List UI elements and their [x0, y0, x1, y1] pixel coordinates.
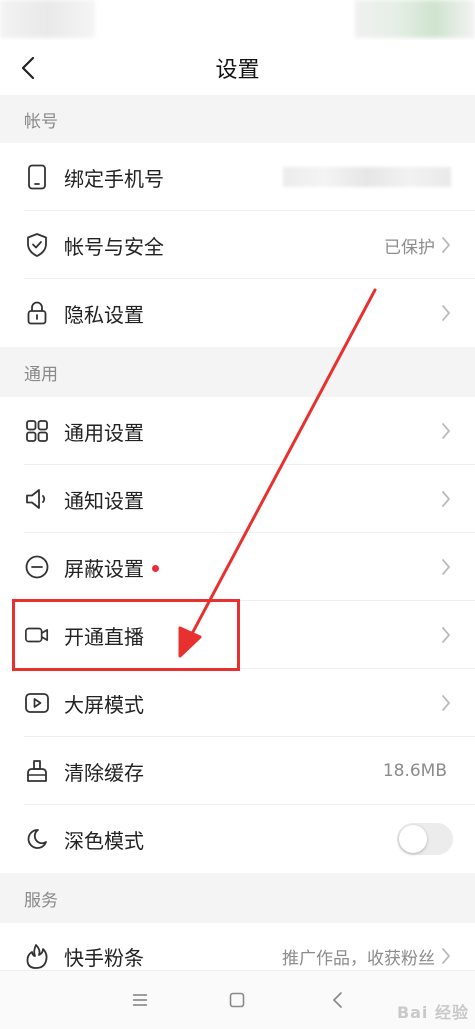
- chevron-right-icon: [441, 235, 453, 255]
- row-label: 大屏模式: [64, 692, 144, 717]
- status-bar-left-blur: [0, 0, 95, 38]
- system-nav-bar: Bai 经验: [0, 970, 475, 1029]
- phone-number-blurred: [283, 167, 451, 187]
- video-camera-icon: [24, 622, 50, 648]
- fire-icon: [24, 943, 50, 969]
- row-label: 开通直播: [64, 624, 144, 649]
- row-open-live[interactable]: 开通直播: [0, 601, 475, 669]
- home-square-icon: [229, 992, 245, 1008]
- phone-icon: [24, 164, 50, 190]
- row-clear-cache[interactable]: 清除缓存 18.6MB: [0, 737, 475, 805]
- home-button[interactable]: [222, 985, 252, 1015]
- chevron-right-icon: [441, 303, 453, 323]
- row-bind-phone[interactable]: 绑定手机号: [0, 143, 475, 211]
- dark-mode-toggle[interactable]: [397, 823, 453, 855]
- fans-promo-description: 推广作品，收获粉丝: [282, 948, 435, 969]
- row-account-security[interactable]: 帐号与安全 已保护: [0, 211, 475, 279]
- status-bar-right-blur: [355, 0, 475, 38]
- row-label: 深色模式: [64, 828, 144, 853]
- row-dark-mode[interactable]: 深色模式: [0, 805, 475, 873]
- status-bar: [0, 0, 475, 40]
- row-general-settings[interactable]: 通用设置: [0, 397, 475, 465]
- cache-size: 18.6MB: [382, 761, 447, 781]
- row-label: 通用设置: [64, 420, 144, 445]
- security-status: 已保护: [384, 237, 435, 258]
- page-title: 设置: [215, 58, 260, 83]
- watermark: Bai 经验: [396, 1003, 469, 1022]
- section-header-account: 帐号: [0, 95, 475, 143]
- shield-icon: [24, 232, 50, 258]
- row-label-with-dot: 屏蔽设置: [64, 553, 159, 582]
- row-label: 隐私设置: [64, 302, 144, 327]
- new-indicator-dot: [152, 564, 159, 572]
- block-icon: [24, 554, 50, 580]
- speaker-icon: [24, 486, 50, 512]
- section-header-service: 服务: [0, 873, 475, 923]
- chevron-right-icon: [441, 693, 453, 713]
- menu-icon: [133, 994, 147, 1006]
- chevron-right-icon: [441, 557, 453, 577]
- row-label: 帐号与安全: [64, 234, 164, 259]
- chevron-right-icon: [441, 625, 453, 645]
- row-notification[interactable]: 通知设置: [0, 465, 475, 533]
- menu-button[interactable]: [125, 985, 155, 1015]
- row-block-settings[interactable]: 屏蔽设置: [0, 533, 475, 601]
- chevron-right-icon: [441, 421, 453, 441]
- brush-icon: [24, 758, 50, 784]
- grid-icon: [24, 418, 50, 444]
- section-header-general: 通用: [0, 347, 475, 397]
- row-label: 屏蔽设置: [64, 556, 144, 581]
- row-big-screen[interactable]: 大屏模式: [0, 669, 475, 737]
- chevron-right-icon: [441, 946, 453, 966]
- row-privacy[interactable]: 隐私设置: [0, 279, 475, 347]
- row-label: 通知设置: [64, 488, 144, 513]
- row-label: 快手粉条: [64, 945, 144, 970]
- row-label: 绑定手机号: [64, 166, 164, 191]
- moon-icon: [24, 826, 50, 852]
- row-label: 清除缓存: [64, 760, 144, 785]
- toggle-knob: [399, 825, 427, 853]
- nav-back-button[interactable]: [322, 985, 352, 1015]
- top-bar: 设置: [0, 40, 475, 95]
- chevron-right-icon: [441, 489, 453, 509]
- play-screen-icon: [24, 690, 50, 716]
- lock-icon: [24, 300, 50, 326]
- back-triangle-icon: [333, 992, 342, 1008]
